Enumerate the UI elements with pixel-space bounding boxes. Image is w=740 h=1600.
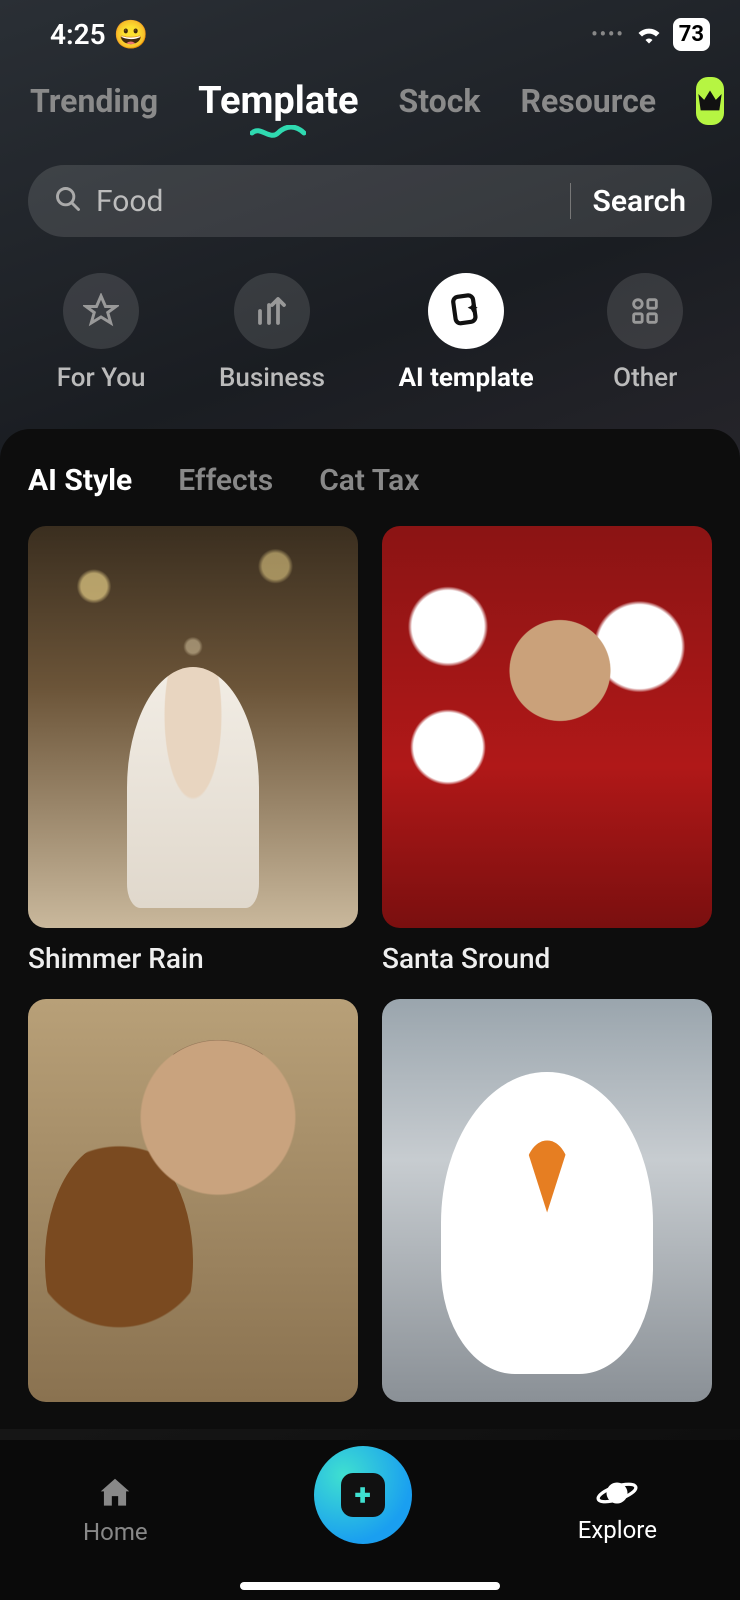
top-tabs: Trending Template Stock Resource — [0, 59, 740, 135]
category-label: For You — [57, 363, 146, 393]
card-sparkle-icon — [446, 291, 486, 331]
status-time: 4:25 — [50, 18, 106, 51]
category-label: Business — [219, 363, 325, 393]
bottom-nav: Home + Explore — [0, 1440, 740, 1600]
battery-indicator: 73 — [673, 18, 710, 51]
nav-explore[interactable]: Explore — [578, 1476, 657, 1544]
category-for-you[interactable]: For You — [57, 273, 146, 393]
template-card[interactable]: Shimmer Rain — [28, 526, 358, 975]
template-card[interactable] — [382, 999, 712, 1401]
content-sheet: AI Style Effects Cat Tax Shimmer Rain Sa… — [0, 429, 740, 1429]
status-bar: 4:25 😀 •••• 73 — [0, 0, 740, 59]
home-indicator[interactable] — [240, 1582, 500, 1590]
tab-trending[interactable]: Trending — [30, 82, 158, 120]
active-tab-underline-icon — [250, 125, 306, 141]
template-thumbnail — [382, 526, 712, 928]
category-row: For You Business AI template Other — [0, 273, 740, 393]
template-title: Shimmer Rain — [28, 942, 358, 975]
category-ai-template[interactable]: AI template — [399, 273, 534, 393]
crown-icon — [696, 89, 724, 113]
sub-tabs: AI Style Effects Cat Tax — [28, 463, 712, 498]
template-grid: Shimmer Rain Santa Sround — [28, 526, 712, 1402]
category-business[interactable]: Business — [219, 273, 325, 393]
template-card[interactable] — [28, 999, 358, 1401]
search-icon — [54, 185, 82, 217]
search-placeholder: Food — [96, 184, 548, 219]
status-emoji: 😀 — [114, 18, 149, 51]
template-title: Santa Sround — [382, 942, 712, 975]
star-icon — [83, 293, 119, 329]
chart-icon — [254, 293, 290, 329]
subtab-effects[interactable]: Effects — [178, 463, 273, 498]
search-button[interactable]: Search — [593, 184, 686, 219]
category-label: AI template — [399, 363, 534, 393]
category-other[interactable]: Other — [607, 273, 683, 393]
cellular-dots-icon: •••• — [591, 24, 625, 45]
tab-template[interactable]: Template — [198, 79, 358, 123]
plus-icon: + — [341, 1473, 385, 1517]
tab-stock[interactable]: Stock — [399, 82, 481, 120]
template-thumbnail — [28, 999, 358, 1401]
grid-icon — [628, 294, 662, 328]
wifi-icon — [635, 18, 663, 51]
template-card[interactable]: Santa Sround — [382, 526, 712, 975]
home-icon — [96, 1474, 134, 1512]
template-thumbnail — [28, 526, 358, 928]
subtab-cat-tax[interactable]: Cat Tax — [319, 463, 419, 498]
planet-icon — [596, 1476, 638, 1510]
search-bar[interactable]: Food Search — [28, 165, 712, 237]
category-label: Other — [613, 363, 677, 393]
tab-resource[interactable]: Resource — [520, 82, 656, 120]
create-fab[interactable]: + — [314, 1446, 412, 1544]
subtab-ai-style[interactable]: AI Style — [28, 463, 132, 498]
search-divider — [570, 183, 571, 219]
premium-crown-button[interactable] — [696, 77, 724, 125]
template-thumbnail — [382, 999, 712, 1401]
nav-home[interactable]: Home — [83, 1474, 148, 1546]
